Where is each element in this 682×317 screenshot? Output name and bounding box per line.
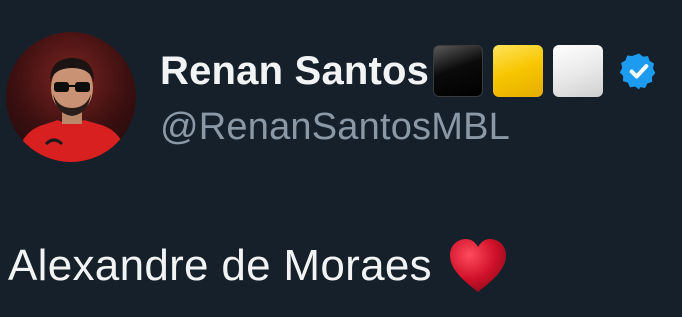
black-square-emoji-icon	[433, 45, 484, 97]
display-name[interactable]: Renan Santos	[160, 49, 429, 94]
name-emojis	[433, 45, 613, 97]
yellow-square-emoji-icon	[493, 45, 544, 97]
white-square-emoji-icon	[553, 45, 604, 97]
tweet-header: Renan Santos @RenanSantosMBL	[160, 40, 659, 160]
red-heart-emoji-icon	[449, 239, 506, 292]
tweet: Renan Santos @RenanSantosMBL Alexandre d…	[0, 0, 682, 317]
verified-badge-icon[interactable]	[619, 51, 659, 91]
tweet-body: Alexandre de Moraes	[8, 238, 508, 294]
tweet-text: Alexandre de Moraes	[8, 241, 432, 290]
name-row: Renan Santos	[160, 40, 659, 102]
avatar-photo	[16, 58, 128, 162]
avatar[interactable]	[6, 32, 136, 162]
user-handle[interactable]: @RenanSantosMBL	[160, 106, 659, 149]
